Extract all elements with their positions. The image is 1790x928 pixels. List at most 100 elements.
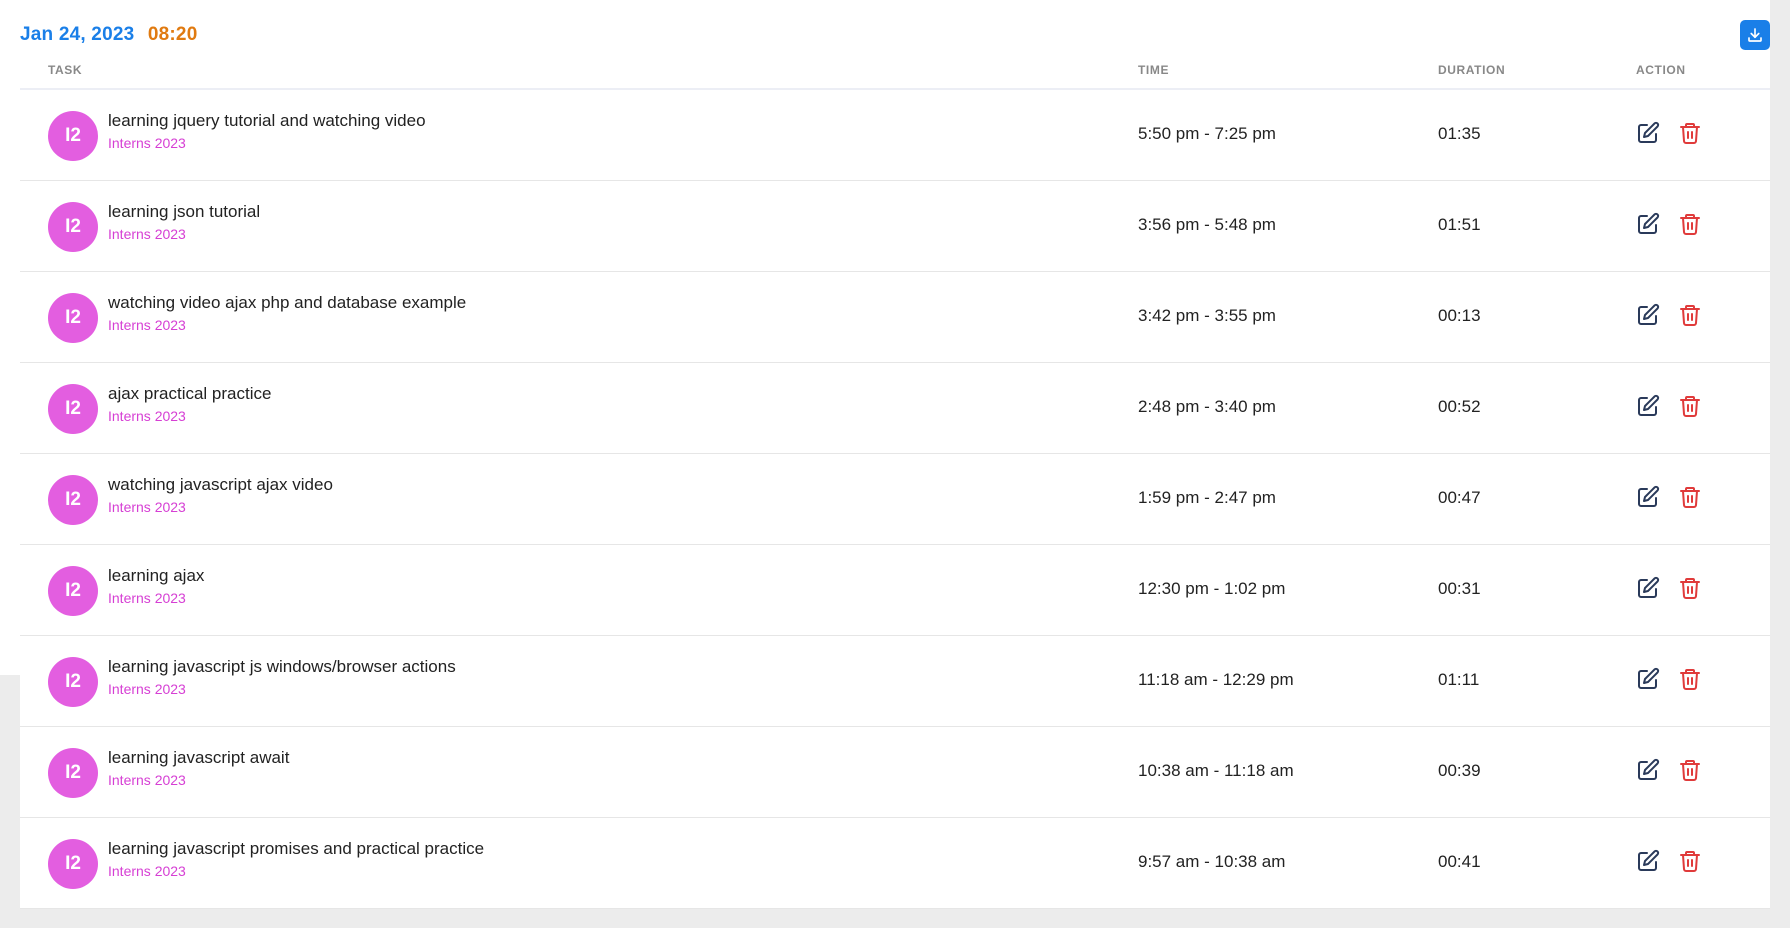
table-row: I2 learning javascript js windows/browse… — [20, 636, 1770, 727]
task-title: learning jquery tutorial and watching vi… — [108, 111, 426, 130]
edit-icon — [1638, 667, 1660, 689]
edit-button[interactable] — [1636, 576, 1660, 600]
task-time-range: 2:48 pm - 3:40 pm — [1138, 397, 1276, 416]
task-title: learning ajax — [108, 566, 205, 585]
day-total-duration: 08:20 — [147, 24, 198, 45]
day-header: Jan 24, 2023 08:20 — [20, 24, 197, 46]
trash-icon — [1680, 578, 1700, 599]
task-duration: 01:11 — [1438, 670, 1480, 689]
task-list: I2 learning jquery tutorial and watching… — [20, 90, 1770, 909]
task-project[interactable]: Interns 2023 — [108, 681, 186, 697]
edit-button[interactable] — [1636, 849, 1660, 873]
avatar-initials: I2 — [65, 216, 81, 237]
task-duration: 00:13 — [1438, 306, 1481, 325]
task-project[interactable]: Interns 2023 — [108, 863, 186, 879]
edit-icon — [1638, 576, 1660, 598]
task-project[interactable]: Interns 2023 — [108, 772, 186, 788]
task-project[interactable]: Interns 2023 — [108, 317, 186, 333]
table-row: I2 learning jquery tutorial and watching… — [20, 90, 1770, 181]
avatar-initials: I2 — [65, 762, 81, 783]
trash-icon — [1680, 396, 1700, 417]
task-duration: 00:52 — [1438, 397, 1481, 416]
task-project[interactable]: Interns 2023 — [108, 135, 186, 151]
edit-button[interactable] — [1636, 303, 1660, 327]
trash-icon — [1680, 760, 1700, 781]
task-duration: 01:51 — [1438, 215, 1481, 234]
delete-button[interactable] — [1678, 303, 1702, 327]
trash-icon — [1680, 214, 1700, 235]
task-time-range: 12:30 pm - 1:02 pm — [1138, 579, 1286, 598]
task-title: learning json tutorial — [108, 202, 261, 221]
edit-button[interactable] — [1636, 121, 1660, 145]
edit-icon — [1638, 394, 1660, 416]
task-title: ajax practical practice — [108, 384, 272, 403]
edit-button[interactable] — [1636, 394, 1660, 418]
project-avatar: I2 — [48, 293, 98, 343]
avatar-initials: I2 — [65, 580, 81, 601]
column-duration: DURATION — [1438, 63, 1506, 77]
task-time-range: 11:18 am - 12:29 pm — [1138, 670, 1294, 689]
edit-icon — [1638, 758, 1660, 780]
edit-button[interactable] — [1636, 758, 1660, 782]
project-avatar: I2 — [48, 839, 98, 889]
edit-button[interactable] — [1636, 485, 1660, 509]
edit-icon — [1638, 212, 1660, 234]
task-duration: 01:35 — [1438, 124, 1481, 143]
trash-icon — [1680, 123, 1700, 144]
avatar-initials: I2 — [65, 489, 81, 510]
table-row: I2 learning json tutorial Interns 2023 3… — [20, 181, 1770, 272]
task-time-range: 3:56 pm - 5:48 pm — [1138, 215, 1276, 234]
delete-button[interactable] — [1678, 212, 1702, 236]
project-avatar: I2 — [48, 202, 98, 252]
delete-button[interactable] — [1678, 576, 1702, 600]
edit-button[interactable] — [1636, 667, 1660, 691]
task-project[interactable]: Interns 2023 — [108, 226, 186, 242]
project-avatar: I2 — [48, 475, 98, 525]
page-background — [0, 0, 20, 675]
task-title: learning javascript promises and practic… — [108, 839, 485, 858]
column-action: ACTION — [1636, 63, 1686, 77]
project-avatar: I2 — [48, 566, 98, 616]
delete-button[interactable] — [1678, 758, 1702, 782]
task-duration: 00:39 — [1438, 761, 1481, 780]
task-title: learning javascript js windows/browser a… — [108, 657, 456, 676]
task-project[interactable]: Interns 2023 — [108, 408, 186, 424]
day-date: Jan 24, 2023 — [20, 24, 135, 45]
table-row: I2 learning javascript await Interns 202… — [20, 727, 1770, 818]
task-duration: 00:41 — [1438, 852, 1481, 871]
task-project[interactable]: Interns 2023 — [108, 499, 186, 515]
avatar-initials: I2 — [65, 853, 81, 874]
task-title: learning javascript await — [108, 748, 290, 767]
task-time-range: 9:57 am - 10:38 am — [1138, 852, 1286, 871]
table-row: I2 learning javascript promises and prac… — [20, 818, 1770, 909]
project-avatar: I2 — [48, 748, 98, 798]
table-row: I2 learning ajax Interns 2023 12:30 pm -… — [20, 545, 1770, 636]
avatar-initials: I2 — [65, 671, 81, 692]
edit-icon — [1638, 485, 1660, 507]
project-avatar: I2 — [48, 111, 98, 161]
delete-button[interactable] — [1678, 485, 1702, 509]
timesheet-card: Jan 24, 2023 08:20 TASK TIME DURATION AC… — [20, 0, 1770, 909]
delete-button[interactable] — [1678, 849, 1702, 873]
delete-button[interactable] — [1678, 394, 1702, 418]
download-icon — [1748, 28, 1762, 42]
task-time-range: 5:50 pm - 7:25 pm — [1138, 124, 1276, 143]
avatar-initials: I2 — [65, 307, 81, 328]
edit-button[interactable] — [1636, 212, 1660, 236]
task-title: watching video ajax php and database exa… — [108, 293, 467, 312]
table-row: I2 watching video ajax php and database … — [20, 272, 1770, 363]
table-header: TASK TIME DURATION ACTION — [20, 60, 1770, 90]
table-row: I2 watching javascript ajax video Intern… — [20, 454, 1770, 545]
download-button[interactable] — [1740, 20, 1770, 50]
task-time-range: 3:42 pm - 3:55 pm — [1138, 306, 1276, 325]
project-avatar: I2 — [48, 657, 98, 707]
delete-button[interactable] — [1678, 121, 1702, 145]
task-time-range: 10:38 am - 11:18 am — [1138, 761, 1294, 780]
delete-button[interactable] — [1678, 667, 1702, 691]
task-project[interactable]: Interns 2023 — [108, 590, 186, 606]
table-row: I2 ajax practical practice Interns 2023 … — [20, 363, 1770, 454]
edit-icon — [1638, 121, 1660, 143]
task-duration: 00:31 — [1438, 579, 1481, 598]
trash-icon — [1680, 669, 1700, 690]
edit-icon — [1638, 849, 1660, 871]
